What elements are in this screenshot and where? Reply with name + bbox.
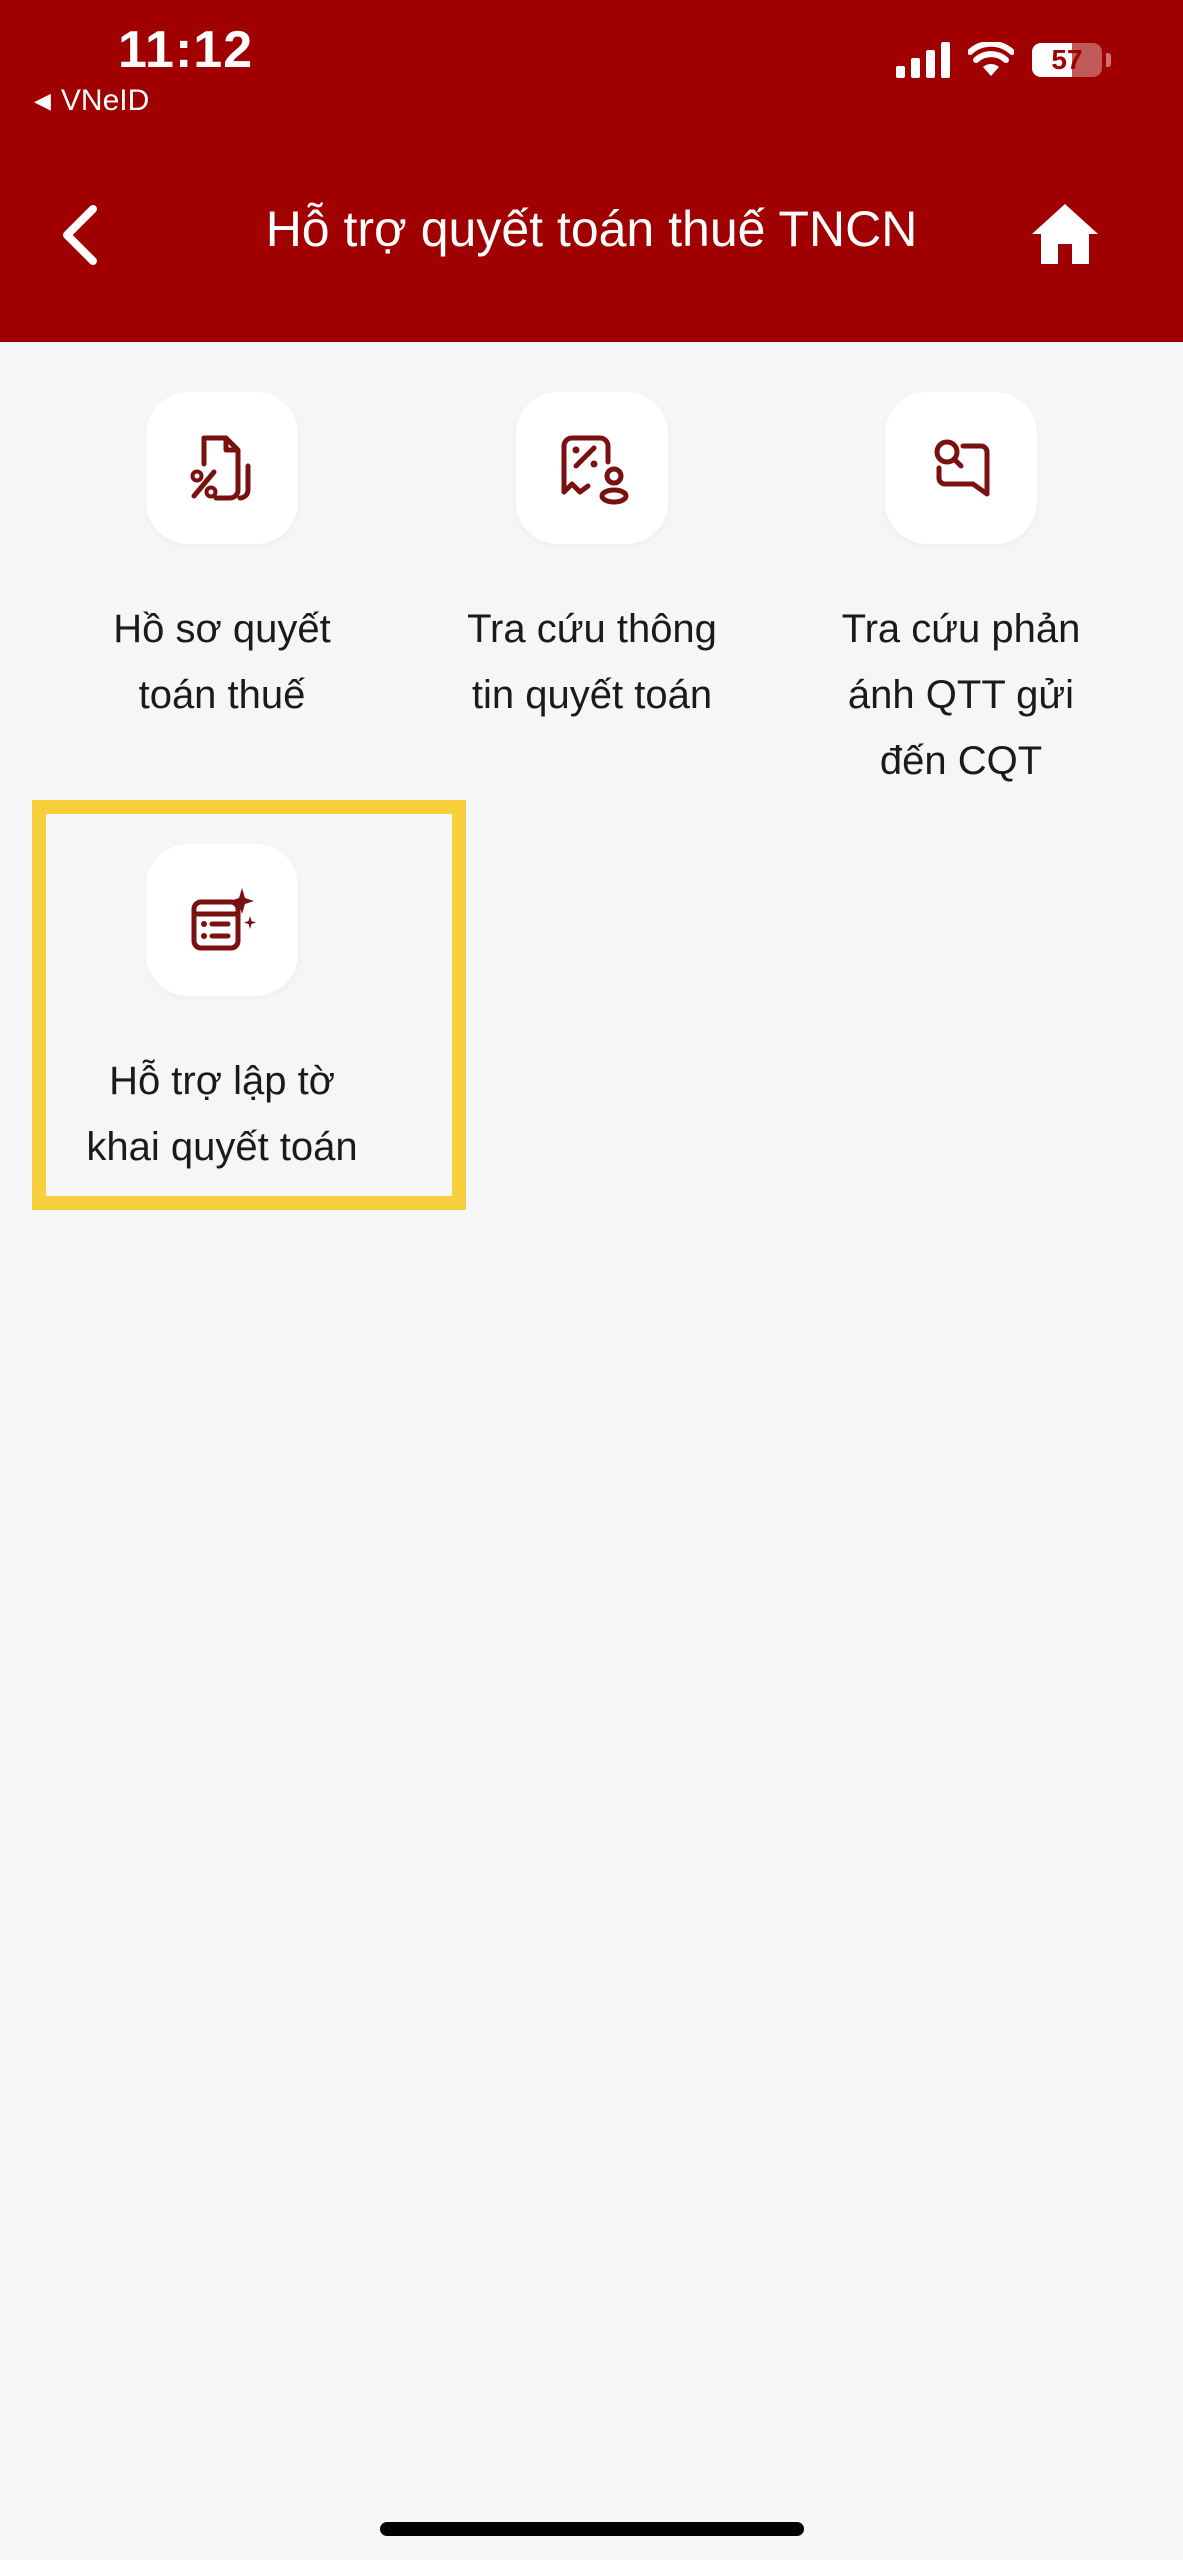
battery-level: 57 (1051, 44, 1083, 75)
tile-feedback-lookup[interactable]: Tra cứu phản ánh QTT gửi đến CQT (791, 392, 1131, 794)
tile-label: Tra cứu phản ánh QTT gửi đến CQT (841, 607, 1081, 783)
tile-label: Tra cứu thông tin quyết toán (467, 607, 717, 717)
tax-lookup-icon (561, 435, 629, 505)
tax-document-icon (190, 435, 251, 501)
wifi-icon (968, 42, 1014, 76)
tile-tax-document[interactable]: Hồ sơ quyết toán thuế (52, 392, 392, 728)
status-time: 11:12 (118, 21, 254, 79)
highlight-frame (32, 800, 466, 1210)
battery-icon: 57 (1032, 43, 1102, 77)
feedback-lookup-icon (934, 439, 990, 497)
back-to-app-link[interactable]: ◀ VNeID (34, 84, 149, 118)
home-button[interactable] (1027, 196, 1103, 272)
home-icon (1032, 204, 1098, 264)
back-app-label: VNeID (60, 84, 150, 117)
tile-tax-lookup[interactable]: Tra cứu thông tin quyết toán (422, 392, 762, 728)
tile-icon-box (885, 392, 1037, 544)
battery-tip (1106, 53, 1111, 67)
app-header: 11:12 ◀ VNeID 57 Hỗ trợ quyết toán thuế … (0, 0, 1183, 342)
tile-label: Hồ sơ quyết toán thuế (113, 607, 331, 717)
tile-icon-box (516, 392, 668, 544)
page-title: Hỗ trợ quyết toán thuế TNCN (265, 201, 918, 257)
tile-icon-box (146, 392, 298, 544)
home-indicator (380, 2522, 804, 2536)
status-icons: 57 (896, 42, 1111, 78)
back-triangle-icon: ◀ (34, 88, 51, 113)
cellular-signal-icon (896, 42, 950, 78)
